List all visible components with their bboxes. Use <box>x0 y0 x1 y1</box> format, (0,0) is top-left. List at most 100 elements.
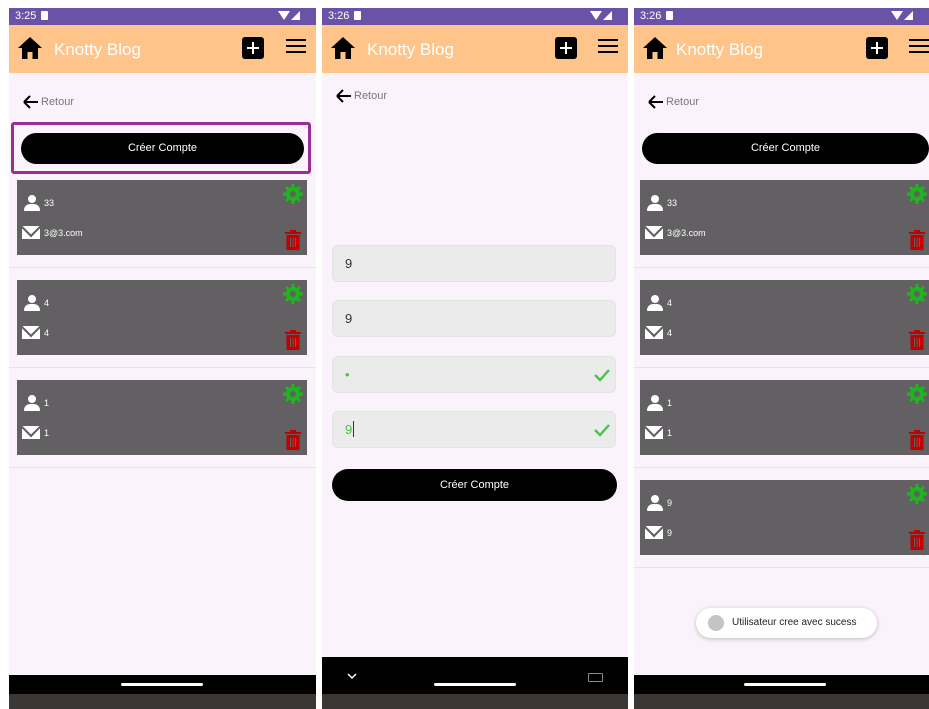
gear-icon[interactable] <box>907 184 927 204</box>
username-field[interactable]: 9 <box>332 245 616 282</box>
divider <box>634 367 929 368</box>
add-post-icon[interactable] <box>242 37 264 59</box>
sim-card-icon <box>41 11 48 20</box>
panel-create-form: 3:26 Knotty Blog Retour 9 9 • 9 Créer Co… <box>322 8 628 709</box>
create-account-label: Créer Compte <box>439 479 510 491</box>
user-name: 33 <box>667 198 678 208</box>
user-email: 9 <box>667 528 673 538</box>
panel-user-list-before: 3:25 Knotty Blog Retour Créer Compte 33 … <box>9 8 316 709</box>
home-indicator[interactable] <box>434 683 516 686</box>
user-card: 1 1 <box>640 380 929 455</box>
sim-card-icon <box>354 11 361 20</box>
mail-icon <box>645 426 663 439</box>
divider <box>634 467 929 468</box>
text-cursor <box>353 421 354 437</box>
app-bar: Knotty Blog <box>634 25 929 73</box>
user-name: 1 <box>667 398 673 408</box>
trash-icon[interactable] <box>909 530 925 550</box>
gear-icon[interactable] <box>283 284 303 304</box>
divider <box>9 367 316 368</box>
home-icon[interactable] <box>643 37 667 59</box>
status-icons <box>891 11 915 21</box>
user-icon <box>24 295 40 311</box>
status-bar: 3:25 <box>9 8 316 25</box>
status-time: 3:25 <box>15 10 37 22</box>
app-title: Knotty Blog <box>367 40 454 59</box>
back-label: Retour <box>41 96 75 108</box>
gear-icon[interactable] <box>283 184 303 204</box>
back-label: Retour <box>666 96 700 108</box>
user-icon <box>647 495 663 511</box>
gear-icon[interactable] <box>907 484 927 504</box>
app-title: Knotty Blog <box>676 40 763 59</box>
user-card: 33 3@3.com <box>640 180 929 255</box>
wifi-icon <box>590 11 602 20</box>
user-email: 4 <box>44 328 50 338</box>
status-bar: 3:26 <box>322 8 628 25</box>
create-account-button[interactable]: Créer Compte <box>21 133 304 164</box>
home-icon[interactable] <box>18 37 42 59</box>
gear-icon[interactable] <box>907 384 927 404</box>
email-value: 9 <box>345 311 353 326</box>
mail-icon <box>22 326 40 339</box>
user-icon <box>647 195 663 211</box>
user-card: 9 9 <box>640 480 929 555</box>
mail-icon <box>645 526 663 539</box>
trash-icon[interactable] <box>285 230 301 250</box>
create-account-label: Créer Compte <box>750 142 821 154</box>
trash-icon[interactable] <box>909 430 925 450</box>
back-arrow-icon <box>648 95 663 109</box>
back-arrow-icon <box>23 95 38 109</box>
confirm-password-field[interactable]: 9 <box>332 411 616 448</box>
status-icons <box>278 11 302 21</box>
password-field[interactable]: • <box>332 356 616 393</box>
signal-icon <box>603 11 612 20</box>
user-email: 4 <box>667 328 673 338</box>
user-email: 3@3.com <box>44 228 83 238</box>
app-bar: Knotty Blog <box>322 25 628 73</box>
check-icon <box>594 424 610 437</box>
mail-icon <box>22 426 40 439</box>
create-account-button[interactable]: Créer Compte <box>332 469 617 501</box>
user-email: 1 <box>667 428 673 438</box>
mail-icon <box>645 326 663 339</box>
wifi-icon <box>891 11 903 20</box>
user-name: 1 <box>44 398 50 408</box>
mail-icon <box>645 226 663 239</box>
signal-icon <box>291 11 300 20</box>
back-label: Retour <box>354 90 388 102</box>
trash-icon[interactable] <box>285 430 301 450</box>
user-email: 3@3.com <box>667 228 706 238</box>
user-icon <box>647 295 663 311</box>
home-indicator[interactable] <box>121 683 203 686</box>
email-field[interactable]: 9 <box>332 300 616 337</box>
menu-icon[interactable] <box>909 39 929 54</box>
divider <box>9 267 316 268</box>
create-account-button[interactable]: Créer Compte <box>642 133 929 164</box>
trash-icon[interactable] <box>909 330 925 350</box>
user-icon <box>647 395 663 411</box>
trash-icon[interactable] <box>909 230 925 250</box>
menu-icon[interactable] <box>598 39 618 54</box>
wifi-icon <box>278 11 290 20</box>
add-post-icon[interactable] <box>555 37 577 59</box>
chevron-down-icon[interactable] <box>347 672 357 680</box>
divider <box>9 467 316 468</box>
user-name: 9 <box>667 498 673 508</box>
sim-card-icon <box>666 11 673 20</box>
keyboard-icon[interactable] <box>588 673 603 682</box>
menu-icon[interactable] <box>286 39 306 54</box>
home-icon[interactable] <box>331 37 355 59</box>
status-icons <box>590 11 614 21</box>
bottom-strip <box>9 694 316 709</box>
gear-icon[interactable] <box>283 384 303 404</box>
bottom-strip <box>322 694 628 709</box>
gear-icon[interactable] <box>907 284 927 304</box>
confirm-password-value: 9 <box>345 422 353 437</box>
home-indicator[interactable] <box>744 683 826 686</box>
status-time: 3:26 <box>640 10 662 22</box>
username-value: 9 <box>345 256 353 271</box>
add-post-icon[interactable] <box>866 37 888 59</box>
app-title: Knotty Blog <box>54 40 141 59</box>
trash-icon[interactable] <box>285 330 301 350</box>
